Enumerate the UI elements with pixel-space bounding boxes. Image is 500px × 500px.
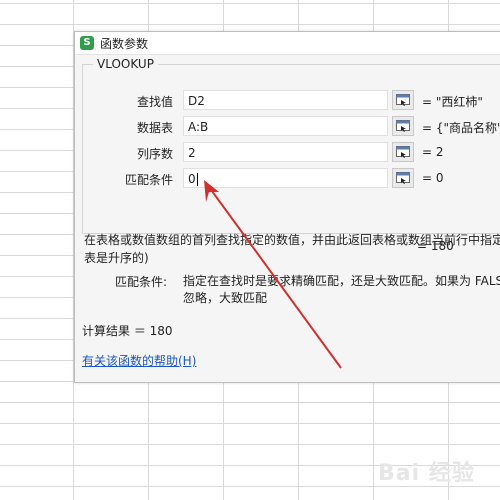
red-arrow-annotation	[204, 180, 342, 369]
watermark: Bai 经验	[378, 461, 475, 486]
